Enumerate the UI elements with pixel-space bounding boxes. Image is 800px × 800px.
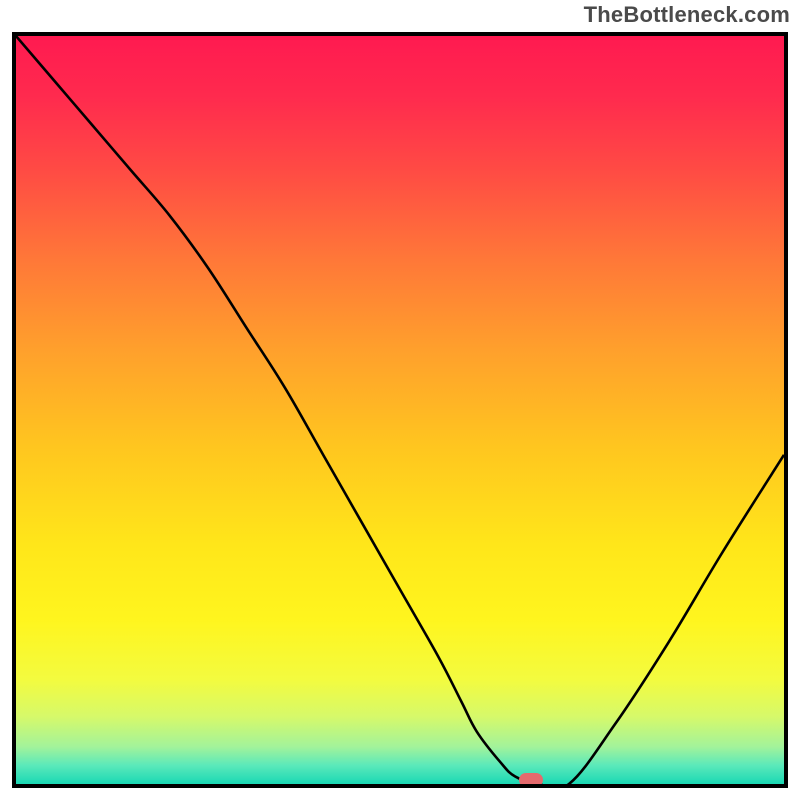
chart-area <box>12 32 788 788</box>
bottleneck-curve <box>16 36 784 784</box>
optimal-point-marker <box>519 773 543 787</box>
watermark-text: TheBottleneck.com <box>584 2 790 28</box>
